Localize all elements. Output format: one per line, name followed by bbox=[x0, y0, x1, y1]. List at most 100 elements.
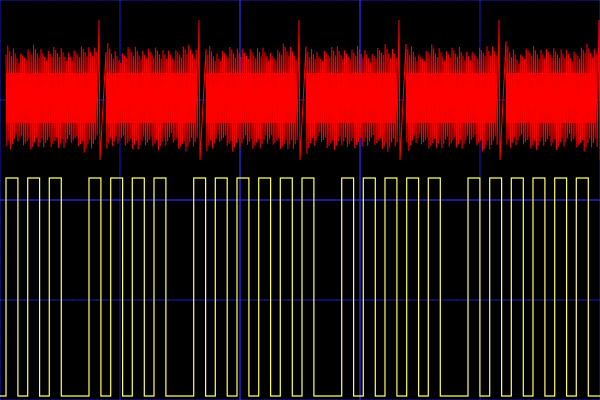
grid-tick bbox=[0, 0, 1, 1]
grid-tick bbox=[0, 140, 1, 141]
grid-tick bbox=[72, 299, 73, 301]
grid-tick bbox=[0, 300, 1, 301]
grid-tick bbox=[72, 199, 73, 201]
grid-tick bbox=[288, 299, 289, 301]
grid-tick bbox=[479, 0, 481, 1]
grid-tick bbox=[359, 360, 361, 361]
grid-tick bbox=[479, 40, 481, 41]
grid-tick bbox=[576, 0, 577, 1]
channel-1-burst bbox=[506, 73, 596, 123]
grid-tick bbox=[0, 240, 1, 241]
grid-tick bbox=[239, 280, 241, 281]
grid-tick bbox=[119, 380, 121, 381]
grid-tick bbox=[119, 20, 121, 21]
grid-tick bbox=[239, 380, 241, 381]
grid-tick bbox=[216, 0, 217, 1]
grid-tick bbox=[264, 299, 265, 301]
grid-tick bbox=[359, 380, 361, 381]
grid-tick bbox=[312, 199, 313, 201]
grid-tick bbox=[48, 0, 49, 1]
grid-tick bbox=[168, 0, 169, 1]
oscilloscope-display bbox=[0, 0, 600, 400]
grid-tick bbox=[119, 300, 121, 301]
grid-tick bbox=[359, 300, 361, 301]
grid-tick bbox=[119, 240, 121, 241]
grid-tick bbox=[384, 0, 385, 1]
grid-tick bbox=[168, 299, 169, 301]
grid-tick bbox=[119, 200, 121, 201]
grid-tick bbox=[359, 20, 361, 21]
grid-tick bbox=[119, 280, 121, 281]
grid-tick bbox=[119, 140, 121, 141]
grid-tick bbox=[312, 299, 313, 301]
grid-tick bbox=[192, 299, 193, 301]
grid-tick bbox=[336, 299, 337, 301]
grid-tick bbox=[359, 160, 361, 161]
grid-tick bbox=[504, 0, 505, 1]
grid-tick bbox=[119, 60, 121, 61]
grid-tick bbox=[239, 220, 241, 221]
grid-tick bbox=[96, 0, 97, 1]
oscilloscope-screen bbox=[0, 0, 600, 400]
grid-tick bbox=[239, 40, 241, 41]
grid-tick bbox=[432, 0, 433, 1]
grid-tick bbox=[72, 0, 73, 1]
grid-tick bbox=[359, 280, 361, 281]
grid-tick bbox=[408, 299, 409, 301]
grid-tick bbox=[96, 299, 97, 301]
grid-tick bbox=[239, 160, 241, 161]
grid-tick bbox=[528, 299, 529, 301]
grid-tick bbox=[216, 199, 217, 201]
channel-1-trace bbox=[5, 19, 600, 161]
grid-tick bbox=[239, 180, 241, 181]
grid-tick bbox=[359, 200, 361, 201]
grid-tick bbox=[168, 199, 169, 201]
grid-tick bbox=[119, 220, 121, 221]
channel-1-burst bbox=[6, 73, 96, 123]
channel-1-burst bbox=[306, 73, 396, 123]
grid-tick bbox=[239, 0, 241, 1]
grid-tick bbox=[336, 199, 337, 201]
channel-1-burst bbox=[206, 73, 296, 123]
grid-tick bbox=[552, 199, 553, 201]
grid-tick bbox=[0, 180, 1, 181]
grid-tick bbox=[479, 160, 481, 161]
grid-tick bbox=[239, 360, 241, 361]
grid-tick bbox=[359, 40, 361, 41]
grid-tick bbox=[504, 99, 505, 101]
grid-tick bbox=[456, 0, 457, 1]
grid-tick bbox=[144, 0, 145, 1]
grid-tick bbox=[456, 299, 457, 301]
grid-tick bbox=[408, 199, 409, 201]
grid-tick bbox=[264, 0, 265, 1]
channel-2-trace bbox=[0, 177, 600, 397]
grid-tick bbox=[119, 360, 121, 361]
grid-tick bbox=[456, 199, 457, 201]
grid-tick bbox=[239, 20, 241, 21]
grid-tick bbox=[216, 299, 217, 301]
grid-tick bbox=[24, 199, 25, 201]
channel-1-burst bbox=[406, 73, 496, 123]
grid-tick bbox=[24, 299, 25, 301]
grid-tick bbox=[119, 180, 121, 181]
grid-tick bbox=[359, 140, 361, 141]
grid-tick bbox=[0, 160, 1, 161]
grid-tick bbox=[0, 360, 1, 361]
grid-tick bbox=[0, 280, 1, 281]
grid-tick bbox=[0, 20, 1, 21]
grid-tick bbox=[0, 220, 1, 221]
channel-1-burst bbox=[106, 73, 196, 123]
grid-tick bbox=[0, 200, 1, 201]
grid-tick bbox=[359, 0, 361, 1]
grid-tick bbox=[96, 199, 97, 201]
grid-tick bbox=[528, 199, 529, 201]
grid-tick bbox=[119, 260, 121, 261]
grid-tick bbox=[119, 160, 121, 161]
grid-tick bbox=[264, 199, 265, 201]
grid-tick bbox=[359, 340, 361, 341]
grid-tick bbox=[119, 40, 121, 41]
grid-tick bbox=[288, 0, 289, 1]
grid-tick bbox=[504, 199, 505, 201]
grid-tick bbox=[0, 100, 1, 101]
grid-tick bbox=[24, 0, 25, 1]
